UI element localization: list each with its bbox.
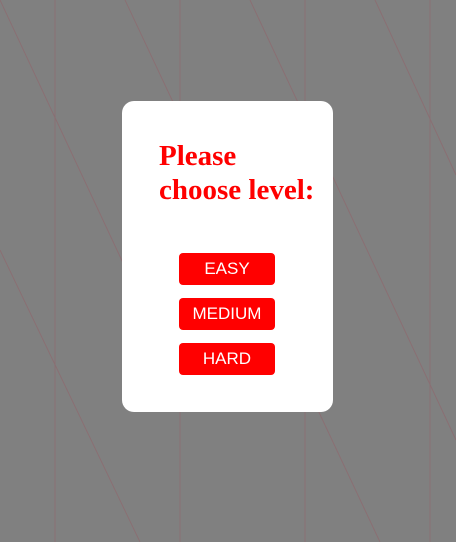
level-select-dialog: Please choose level: EASY MEDIUM HARD xyxy=(122,101,333,412)
medium-button[interactable]: MEDIUM xyxy=(179,298,275,330)
dialog-title: Please choose level: xyxy=(159,140,315,206)
easy-button[interactable]: EASY xyxy=(179,253,275,285)
hard-button[interactable]: HARD xyxy=(179,343,275,375)
